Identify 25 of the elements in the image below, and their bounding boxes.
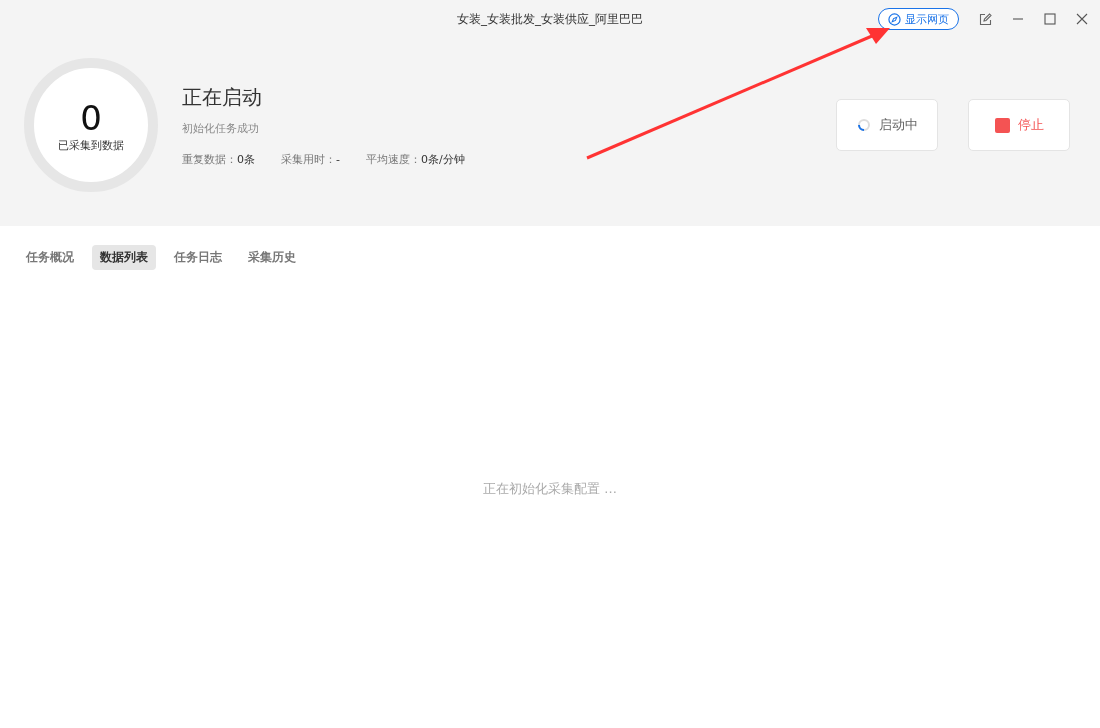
status-message: 初始化任务成功 xyxy=(182,120,260,136)
stat-label: 平均速度： xyxy=(366,152,421,166)
show-webpage-button[interactable]: 显示网页 xyxy=(878,8,959,30)
stat-label: 重复数据： xyxy=(182,152,237,166)
collected-count: 0 xyxy=(80,97,102,138)
close-icon[interactable] xyxy=(1076,13,1088,25)
stat-value: - xyxy=(336,152,340,166)
tab[interactable]: 任务概况 xyxy=(18,245,82,270)
stat-value: 0条/分钟 xyxy=(421,152,465,166)
tab[interactable]: 采集历史 xyxy=(240,245,304,270)
spinner-icon xyxy=(856,118,871,132)
edit-icon[interactable] xyxy=(979,12,992,26)
stat-label: 采集用时： xyxy=(281,152,336,166)
tab[interactable]: 任务日志 xyxy=(166,245,230,270)
stop-icon xyxy=(994,117,1010,133)
window-title: 女装_女装批发_女装供应_阿里巴巴 xyxy=(457,10,643,28)
stat-value: 0条 xyxy=(237,152,255,166)
stop-button[interactable]: 停止 xyxy=(968,99,1070,151)
tab[interactable]: 数据列表 xyxy=(92,245,156,270)
starting-button[interactable]: 启动中 xyxy=(836,99,938,151)
empty-message: 正在初始化采集配置 ... xyxy=(483,480,617,498)
collected-label: 已采集到数据 xyxy=(58,137,124,153)
compass-icon xyxy=(888,12,901,26)
status-title: 正在启动 xyxy=(182,83,263,111)
maximize-icon[interactable] xyxy=(1044,13,1056,25)
